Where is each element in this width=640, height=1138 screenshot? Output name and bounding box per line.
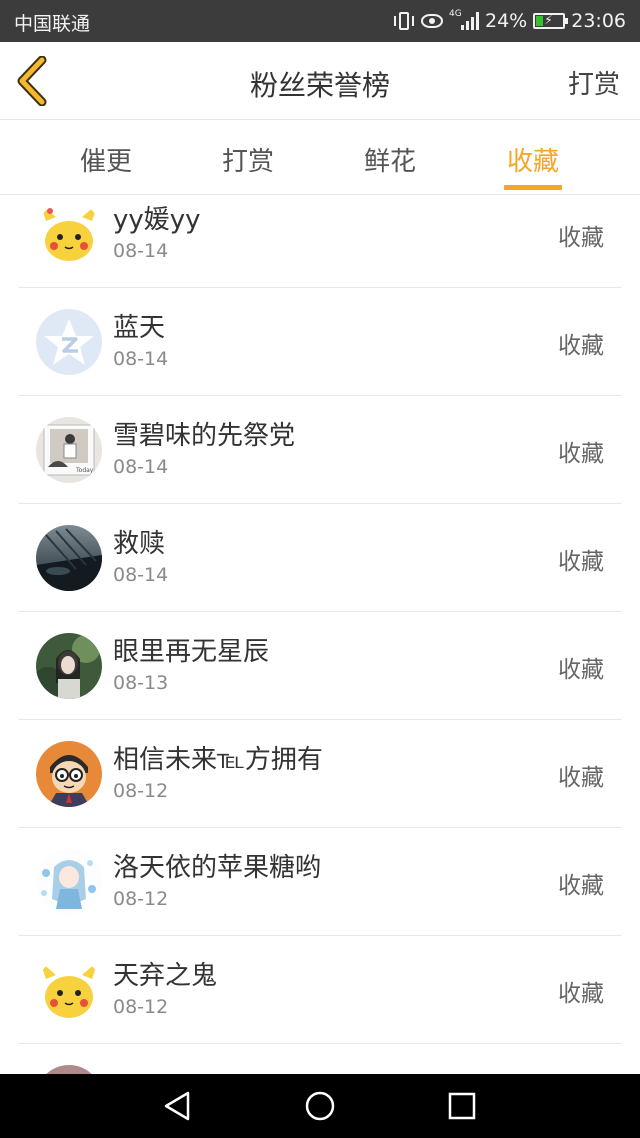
avatar-pikachu: [36, 957, 102, 1023]
fan-date: 08-12: [113, 888, 169, 910]
battery-icon: ⚡: [533, 13, 569, 29]
fan-date: 08-13: [113, 672, 169, 694]
nav-recents-button[interactable]: [444, 1088, 480, 1124]
fan-action-label: 收藏: [558, 765, 604, 791]
fan-name: 雪碧味的先祭党: [113, 421, 296, 451]
clock: 23:06: [571, 10, 626, 32]
fan-action-label: 收藏: [558, 225, 604, 251]
fan-list: yy媛yy 08-14 收藏 蓝天 08-14 收藏 Today 雪碧味的先祭党…: [0, 196, 640, 1074]
list-item[interactable]: 救赎 08-14 收藏: [18, 504, 622, 612]
list-item[interactable]: 天弃之鬼 08-12 收藏: [18, 936, 622, 1044]
avatar-girl-photo: [36, 633, 102, 699]
list-item[interactable]: 洛天依的苹果糖哟 08-12 收藏: [18, 828, 622, 936]
avatar-bridge-photo: [36, 525, 102, 591]
fan-date: 08-14: [113, 348, 169, 370]
avatar-anime-girl: [36, 849, 102, 915]
system-nav-bar: [0, 1074, 640, 1138]
fan-date: 08-14: [113, 456, 169, 478]
avatar-qq-default: [36, 309, 102, 375]
reward-button[interactable]: 打赏: [568, 64, 620, 101]
fan-action-label: 收藏: [558, 981, 604, 1007]
chevron-left-icon: [17, 55, 47, 107]
status-icons: 4G 24% ⚡ 23:06: [393, 8, 626, 34]
avatar: [36, 1065, 102, 1074]
nav-back-button[interactable]: [160, 1088, 196, 1124]
eye-comfort-icon: [421, 14, 443, 28]
fan-action-label: 收藏: [558, 657, 604, 683]
network-type-label: 4G: [449, 9, 462, 19]
fan-date: 08-12: [113, 780, 169, 802]
home-circle-icon: [305, 1091, 335, 1121]
tab-favorites[interactable]: 收藏: [483, 141, 583, 178]
avatar-cartoon-boy: [36, 741, 102, 807]
list-item[interactable]: 相信未来℡方拥有 08-12 收藏: [18, 720, 622, 828]
tab-reward[interactable]: 打赏: [198, 141, 298, 178]
fan-name: 救赎: [113, 529, 166, 559]
fan-action-label: 收藏: [558, 441, 604, 467]
list-item[interactable]: 蓝天 08-14 收藏: [18, 288, 622, 396]
tab-bar: 催更 打赏 鲜花 收藏: [0, 121, 640, 195]
fan-name: 相信未来℡方拥有: [113, 745, 323, 775]
vibrate-icon: [393, 11, 415, 31]
fan-action-label: 收藏: [558, 549, 604, 575]
carrier-label: 中国联通: [14, 13, 91, 35]
fan-name: 眼里再无星辰: [113, 637, 270, 667]
fan-name: 洛天依的苹果糖哟: [113, 853, 322, 883]
fan-name: 天弃之鬼: [113, 961, 218, 991]
list-item[interactable]: yy媛yy 08-14 收藏: [18, 196, 622, 288]
recents-square-icon: [448, 1092, 476, 1120]
app-header: 粉丝荣誉榜 打赏: [0, 42, 640, 120]
avatar-pikachu: [36, 201, 102, 267]
page-title: 粉丝荣誉榜: [249, 69, 390, 102]
svg-text:Today: Today: [75, 467, 94, 474]
active-tab-indicator: [504, 185, 562, 190]
tab-urge[interactable]: 催更: [56, 141, 156, 178]
fan-name: yy媛yy: [113, 205, 201, 235]
fan-date: 08-12: [113, 996, 169, 1018]
battery-percent: 24%: [485, 10, 528, 32]
nav-home-button[interactable]: [302, 1088, 338, 1124]
back-button[interactable]: [14, 55, 54, 107]
fan-action-label: 收藏: [558, 333, 604, 359]
list-item-partial[interactable]: [18, 1044, 622, 1074]
tab-flowers[interactable]: 鲜花: [340, 141, 440, 178]
status-bar: 中国联通 4G 24% ⚡ 23:06: [0, 0, 640, 42]
fan-date: 08-14: [113, 240, 169, 262]
avatar-photo: Today: [36, 417, 102, 483]
back-triangle-icon: [164, 1091, 190, 1121]
signal-icon: 4G: [449, 9, 479, 31]
list-item[interactable]: 眼里再无星辰 08-13 收藏: [18, 612, 622, 720]
fan-date: 08-14: [113, 564, 169, 586]
list-item[interactable]: Today 雪碧味的先祭党 08-14 收藏: [18, 396, 622, 504]
fan-action-label: 收藏: [558, 873, 604, 899]
fan-name: 蓝天: [113, 313, 166, 343]
